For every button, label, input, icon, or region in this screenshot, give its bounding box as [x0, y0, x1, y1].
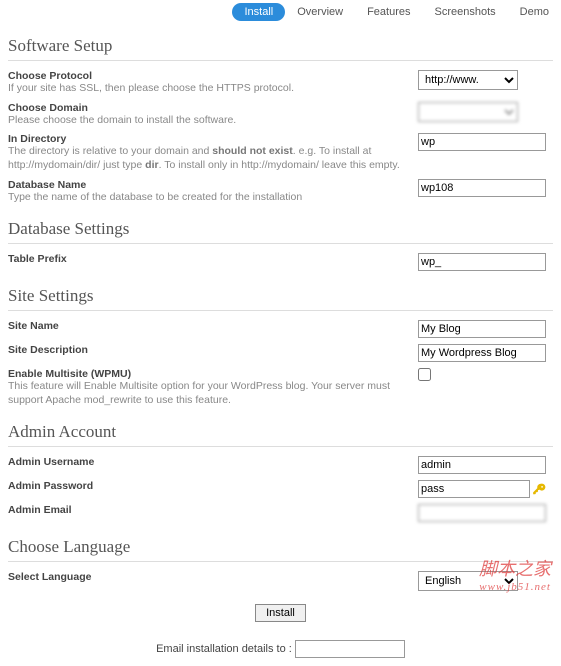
- language-label: Select Language: [8, 571, 408, 583]
- dbname-input[interactable]: [418, 179, 546, 197]
- protocol-label: Choose Protocol: [8, 70, 408, 82]
- domain-label: Choose Domain: [8, 102, 408, 114]
- tab-demo[interactable]: Demo: [508, 3, 561, 21]
- multisite-checkbox[interactable]: [418, 368, 431, 381]
- email-details-input[interactable]: [295, 640, 405, 658]
- admin-email-input[interactable]: [418, 504, 546, 522]
- sitedesc-label: Site Description: [8, 344, 408, 356]
- domain-desc: Please choose the domain to install the …: [8, 114, 408, 128]
- tab-bar: Install Overview Features Screenshots De…: [0, 0, 561, 24]
- install-button[interactable]: Install: [255, 604, 306, 622]
- tab-screenshots[interactable]: Screenshots: [423, 3, 508, 21]
- admin-pass-label: Admin Password: [8, 480, 408, 492]
- section-site-settings: Site Settings: [8, 286, 561, 306]
- sitedesc-input[interactable]: [418, 344, 546, 362]
- dbname-label: Database Name: [8, 179, 408, 191]
- section-software-setup: Software Setup: [8, 36, 561, 56]
- domain-select[interactable]: [418, 102, 518, 122]
- tab-overview[interactable]: Overview: [285, 3, 355, 21]
- section-database-settings: Database Settings: [8, 219, 561, 239]
- email-details-label: Email installation details to :: [156, 643, 292, 655]
- key-icon[interactable]: [532, 482, 546, 496]
- sitename-label: Site Name: [8, 320, 408, 332]
- prefix-label: Table Prefix: [8, 253, 408, 265]
- sitename-input[interactable]: [418, 320, 546, 338]
- directory-label: In Directory: [8, 133, 408, 145]
- directory-input[interactable]: [418, 133, 546, 151]
- admin-email-label: Admin Email: [8, 504, 408, 516]
- protocol-select[interactable]: http://www.: [418, 70, 518, 90]
- directory-desc: The directory is relative to your domain…: [8, 145, 408, 172]
- admin-pass-input[interactable]: [418, 480, 530, 498]
- tab-install[interactable]: Install: [232, 3, 285, 21]
- protocol-desc: If your site has SSL, then please choose…: [8, 82, 408, 96]
- prefix-input[interactable]: [418, 253, 546, 271]
- tab-features[interactable]: Features: [355, 3, 422, 21]
- multisite-label: Enable Multisite (WPMU): [8, 368, 408, 380]
- multisite-desc: This feature will Enable Multisite optio…: [8, 380, 408, 407]
- watermark: 脚本之家 www.jb51.net: [479, 555, 551, 593]
- dbname-desc: Type the name of the database to be crea…: [8, 191, 408, 205]
- admin-user-input[interactable]: [418, 456, 546, 474]
- section-admin-account: Admin Account: [8, 422, 561, 442]
- admin-user-label: Admin Username: [8, 456, 408, 468]
